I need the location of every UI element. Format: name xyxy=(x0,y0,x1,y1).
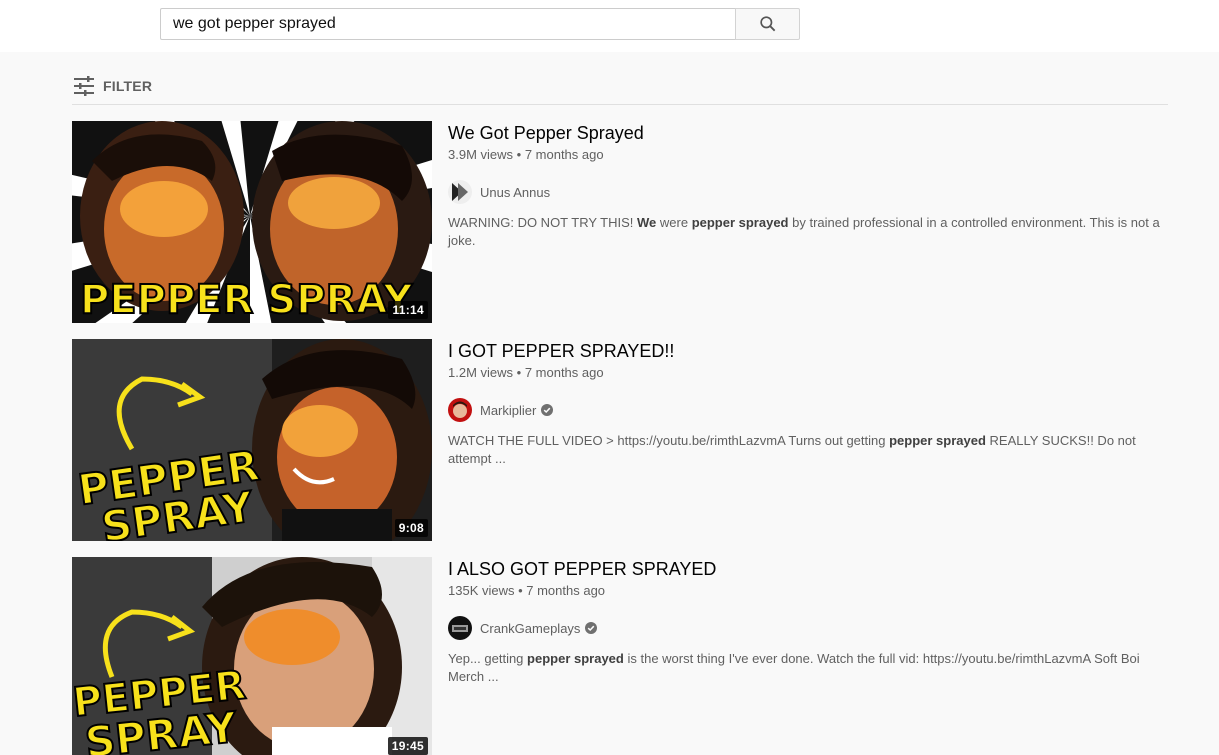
verified-badge-icon xyxy=(585,622,598,634)
video-result[interactable]: PEPPER SPRAY 11:14 We Got Pepper Sprayed… xyxy=(72,121,1172,323)
video-thumbnail[interactable]: PEPPER SPRAY 11:14 xyxy=(72,121,432,323)
description-text: were xyxy=(656,215,692,230)
view-count: 1.2M views xyxy=(448,365,514,380)
upload-age: 7 months ago xyxy=(524,147,604,162)
filter-bar: FILTER xyxy=(72,72,1168,105)
description-highlight: We xyxy=(637,215,657,230)
description-highlight: pepper sprayed xyxy=(527,651,624,666)
video-result[interactable]: PEPPER SPRAY 19:45 I ALSO GOT PEPPER SPR… xyxy=(72,557,1172,755)
description-text: WARNING: DO NOT TRY THIS! xyxy=(448,215,638,230)
video-result[interactable]: PEPPER SPRAY 9:08 I GOT PEPPER SPRAYED!!… xyxy=(72,339,1172,541)
view-count: 3.9M views xyxy=(448,147,514,162)
video-title[interactable]: We Got Pepper Sprayed xyxy=(448,121,1172,145)
video-description: Yep... getting pepper sprayed is the wor… xyxy=(448,650,1168,686)
video-duration: 19:45 xyxy=(387,737,428,755)
thumbnail-image: PEPPER SPRAY xyxy=(72,557,432,755)
description-text: Yep... getting xyxy=(448,651,528,666)
video-metadata: 135K views • 7 months ago xyxy=(448,582,1172,600)
video-description: WATCH THE FULL VIDEO > https://youtu.be/… xyxy=(448,432,1168,468)
video-info: I GOT PEPPER SPRAYED!! 1.2M views • 7 mo… xyxy=(448,339,1172,468)
video-title[interactable]: I ALSO GOT PEPPER SPRAYED xyxy=(448,557,1172,581)
channel-link[interactable]: CrankGameplays xyxy=(448,616,1172,640)
thumbnail-image: PEPPER SPRAY xyxy=(72,339,432,541)
masthead xyxy=(0,0,1219,52)
channel-avatar[interactable] xyxy=(448,616,472,640)
upload-age: 7 months ago xyxy=(524,365,604,380)
video-info: We Got Pepper Sprayed 3.9M views • 7 mon… xyxy=(448,121,1172,250)
verified-badge-icon xyxy=(541,404,554,416)
video-metadata: 3.9M views • 7 months ago xyxy=(448,146,1172,164)
search-input[interactable] xyxy=(161,9,736,39)
description-highlight: pepper sprayed xyxy=(691,215,789,230)
video-title[interactable]: I GOT PEPPER SPRAYED!! xyxy=(448,339,1172,363)
video-description: WARNING: DO NOT TRY THIS! We were pepper… xyxy=(448,214,1168,250)
search-icon xyxy=(759,16,775,32)
channel-name[interactable]: Unus Annus xyxy=(480,185,550,200)
filter-label: FILTER xyxy=(103,78,153,94)
channel-link[interactable]: Markiplier xyxy=(448,398,1172,422)
search-box[interactable] xyxy=(160,8,736,40)
channel-link[interactable]: Unus Annus xyxy=(448,180,1172,204)
video-duration: 9:08 xyxy=(394,519,428,537)
upload-age: 7 months ago xyxy=(526,583,606,598)
meta-separator: • xyxy=(514,583,527,598)
thumbnail-caption: PEPPER SPRAY xyxy=(80,277,413,323)
description-highlight: pepper sprayed xyxy=(889,433,986,448)
video-thumbnail[interactable]: PEPPER SPRAY 9:08 xyxy=(72,339,432,541)
video-thumbnail[interactable]: PEPPER SPRAY 19:45 xyxy=(72,557,432,755)
meta-separator: • xyxy=(513,147,525,162)
channel-name[interactable]: CrankGameplays xyxy=(480,621,580,636)
view-count: 135K views xyxy=(448,583,515,598)
video-duration: 11:14 xyxy=(388,301,428,319)
video-metadata: 1.2M views • 7 months ago xyxy=(448,364,1172,382)
thumbnail-image: PEPPER SPRAY xyxy=(72,121,432,323)
video-info: I ALSO GOT PEPPER SPRAYED 135K views • 7… xyxy=(448,557,1172,686)
filter-sliders-icon xyxy=(74,76,94,96)
search-button[interactable] xyxy=(735,8,800,40)
filter-button[interactable]: FILTER xyxy=(72,72,152,100)
channel-name[interactable]: Markiplier xyxy=(480,403,536,418)
description-text: WATCH THE FULL VIDEO > https://youtu.be/… xyxy=(448,433,890,448)
channel-avatar[interactable] xyxy=(448,180,472,204)
meta-separator: • xyxy=(513,365,525,380)
channel-avatar[interactable] xyxy=(448,398,472,422)
